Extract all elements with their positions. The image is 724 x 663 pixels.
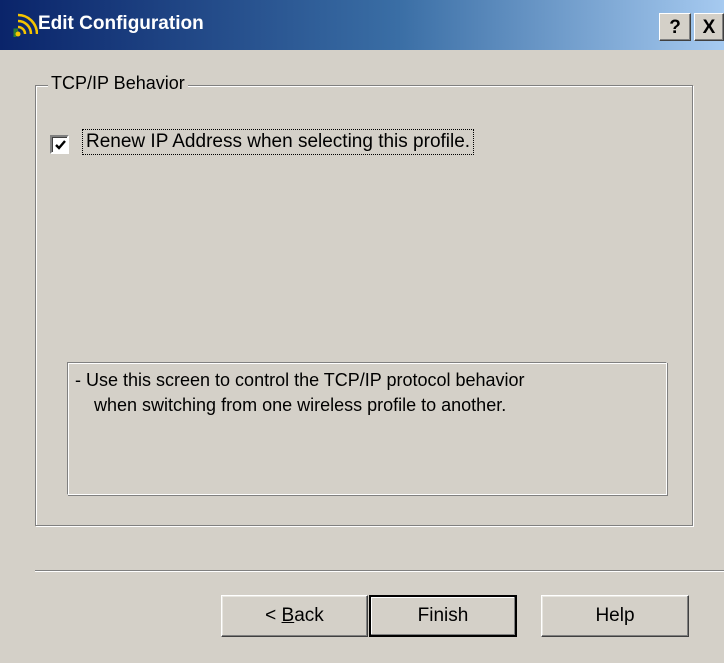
title-close-button[interactable]: X [694,13,724,41]
renew-ip-checkbox[interactable] [50,135,69,154]
separator-line [35,570,724,572]
help-button[interactable]: Help [541,595,689,637]
check-mark-icon [55,140,66,150]
back-rest: ack [294,605,324,626]
back-accelerator: B [281,605,295,626]
title-bar[interactable]: Edit Configuration ? X [0,0,724,50]
info-text-line-1: - Use this screen to control the TCP/IP … [75,370,525,390]
groupbox-title: TCP/IP Behavior [48,73,188,94]
edit-configuration-dialog: Edit Configuration ? X TCP/IP Behavior R… [0,0,724,663]
renew-ip-label[interactable]: Renew IP Address when selecting this pro… [82,129,475,155]
finish-button[interactable]: Finish [369,595,517,637]
back-prefix: < [265,605,282,626]
info-text-line-2: when switching from one wireless profile… [94,395,507,415]
window-title: Edit Configuration [38,13,204,34]
title-help-button[interactable]: ? [659,13,691,41]
wireless-signal-icon [12,10,39,40]
back-button[interactable]: < Back [221,595,368,637]
